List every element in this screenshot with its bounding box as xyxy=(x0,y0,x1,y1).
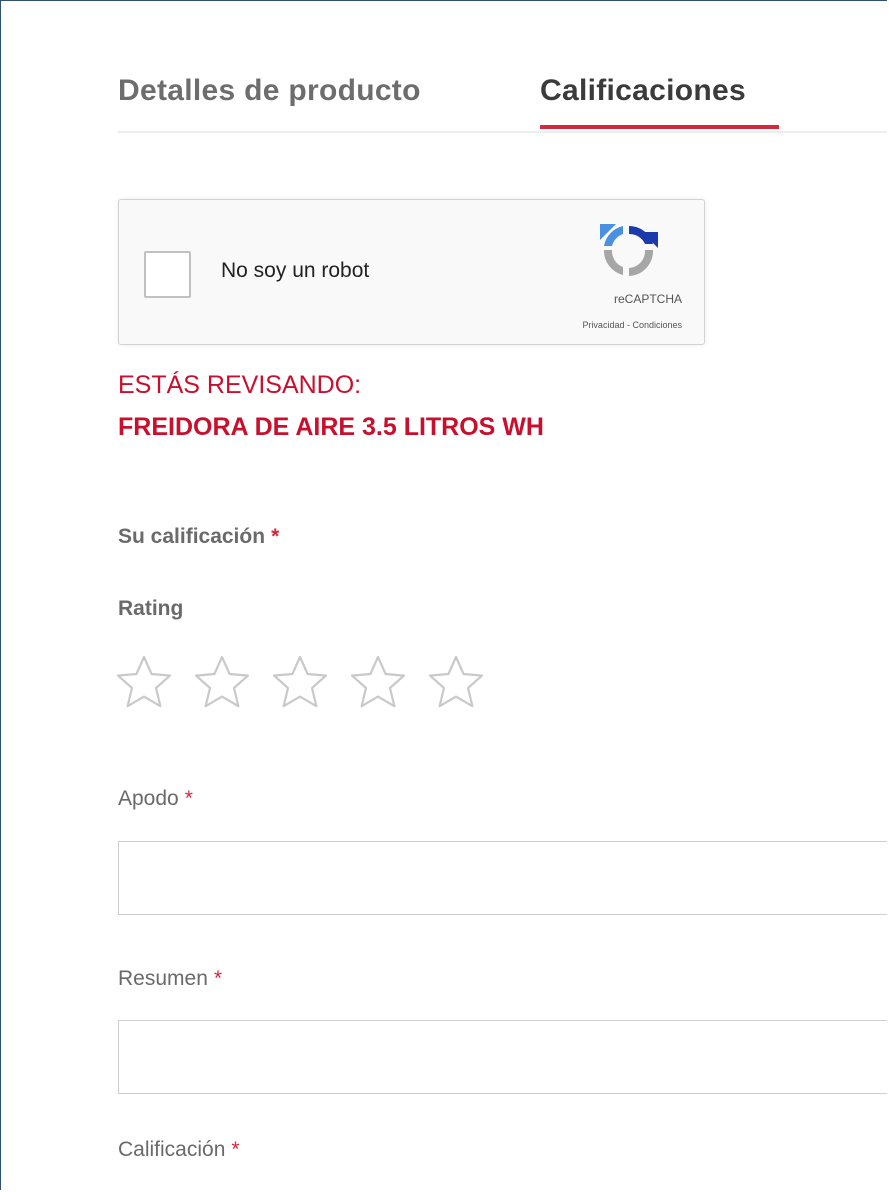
tab-product-details[interactable]: Detalles de producto xyxy=(118,74,421,108)
rating-section-text: Su calificación xyxy=(118,525,266,548)
recaptcha-brand: reCAPTCHA xyxy=(613,292,682,306)
tab-reviews[interactable]: Calificaciones xyxy=(540,74,746,108)
rating-section-label: Su calificación * xyxy=(118,525,279,549)
recaptcha-widget: No soy un robot reCAPTCHA Privacidad - C… xyxy=(118,199,705,345)
required-marker: * xyxy=(213,967,223,990)
star-icon[interactable] xyxy=(426,653,486,713)
recaptcha-privacy-link[interactable]: Privacidad xyxy=(582,320,624,330)
summary-label-text: Resumen xyxy=(118,967,208,990)
recaptcha-terms-link[interactable]: Condiciones xyxy=(632,320,682,330)
recaptcha-logo-icon xyxy=(600,224,658,276)
recaptcha-links: Privacidad - Condiciones xyxy=(582,320,682,330)
summary-input[interactable] xyxy=(118,1020,887,1094)
summary-label: Resumen * xyxy=(118,967,222,991)
nickname-label-text: Apodo xyxy=(118,787,179,810)
required-marker: * xyxy=(231,1138,240,1161)
product-name: FREIDORA DE AIRE 3.5 LITROS WH xyxy=(118,413,544,441)
star-rating xyxy=(114,653,494,713)
rating-label: Rating xyxy=(118,597,184,620)
reviewing-label: ESTÁS REVISANDO: xyxy=(118,371,362,399)
nickname-input[interactable] xyxy=(118,841,887,915)
recaptcha-checkbox[interactable] xyxy=(144,251,191,298)
star-icon[interactable] xyxy=(270,653,330,713)
review-label: Calificación * xyxy=(118,1138,240,1162)
review-label-text: Calificación xyxy=(118,1138,226,1161)
star-icon[interactable] xyxy=(114,653,174,713)
active-tab-indicator xyxy=(540,125,779,129)
recaptcha-label: No soy un robot xyxy=(221,259,370,282)
review-panel: Detalles de producto Calificaciones No s… xyxy=(0,0,887,1190)
star-icon[interactable] xyxy=(192,653,252,713)
star-icon[interactable] xyxy=(348,653,408,713)
required-marker: * xyxy=(271,525,280,548)
tab-bar: Detalles de producto Calificaciones xyxy=(118,65,887,133)
required-marker: * xyxy=(184,787,193,810)
nickname-label: Apodo * xyxy=(118,787,193,811)
